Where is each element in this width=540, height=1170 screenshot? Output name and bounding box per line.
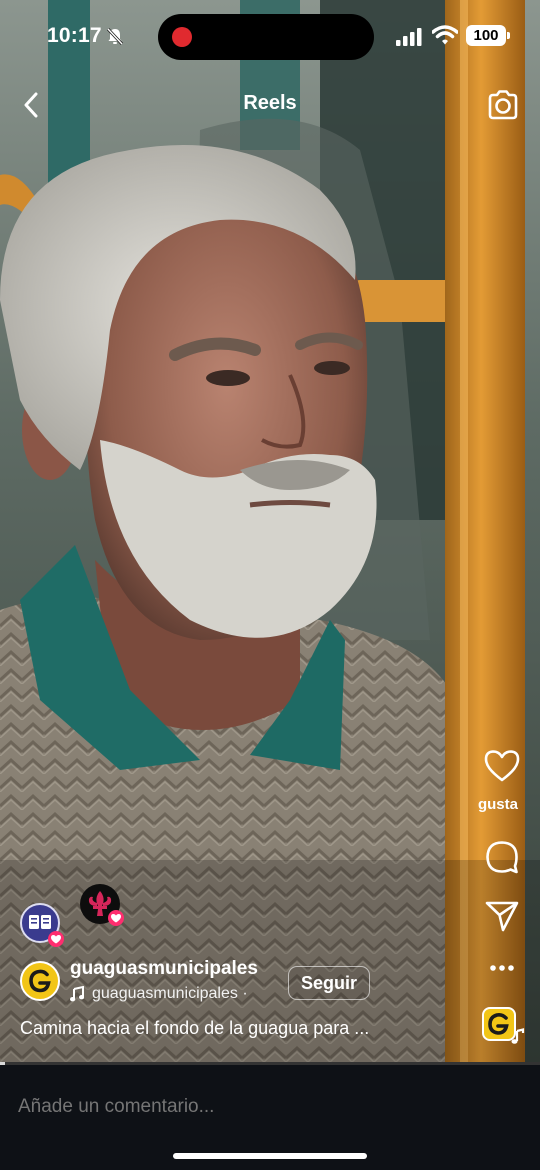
camera-button[interactable] <box>486 88 520 122</box>
audio-track[interactable]: guaguasmunicipales · <box>70 985 248 1003</box>
heart-icon <box>51 934 61 943</box>
back-button[interactable] <box>16 88 46 122</box>
battery-level: 100 <box>473 27 499 44</box>
status-bar: 10:17 100 <box>0 0 540 72</box>
audio-button[interactable] <box>481 1006 525 1046</box>
reaction-avatar[interactable] <box>20 903 64 947</box>
guaguas-logo-icon <box>29 969 51 993</box>
reaction-avatar[interactable] <box>80 884 124 926</box>
cellular-signal-icon <box>396 28 422 46</box>
comment-icon <box>486 841 518 874</box>
heart-icon <box>484 750 520 782</box>
reaction-heart-badge <box>48 931 64 947</box>
more-options-button[interactable] <box>484 954 520 982</box>
comment-input[interactable] <box>18 1092 518 1122</box>
music-note-icon <box>70 986 84 1002</box>
follow-button[interactable]: Seguir <box>288 966 370 1000</box>
account-username[interactable]: guaguasmunicipales <box>70 958 258 980</box>
comment-bar <box>0 1065 540 1170</box>
comment-button[interactable] <box>484 839 520 875</box>
audio-icon <box>482 1007 525 1044</box>
post-caption[interactable]: Camina hacia el fondo de la guagua para … <box>20 1018 369 1039</box>
status-time: 10:17 <box>47 24 102 47</box>
battery-icon: 100 <box>466 25 510 46</box>
chevron-left-icon <box>24 92 38 118</box>
audio-track-label: guaguasmunicipales · <box>92 985 248 1002</box>
more-icon <box>490 965 514 971</box>
reaction-heart-badge <box>108 910 124 926</box>
home-indicator[interactable] <box>173 1153 367 1159</box>
like-button[interactable] <box>482 746 522 786</box>
heart-icon <box>111 913 121 922</box>
wifi-icon <box>432 25 458 45</box>
recording-dot <box>172 27 192 47</box>
camera-icon <box>488 90 518 120</box>
bell-slash-icon <box>106 27 124 45</box>
account-avatar[interactable] <box>20 961 60 1001</box>
dynamic-island <box>158 14 374 60</box>
share-button[interactable] <box>484 898 520 934</box>
like-label: gusta <box>477 796 518 813</box>
share-icon <box>485 901 519 932</box>
